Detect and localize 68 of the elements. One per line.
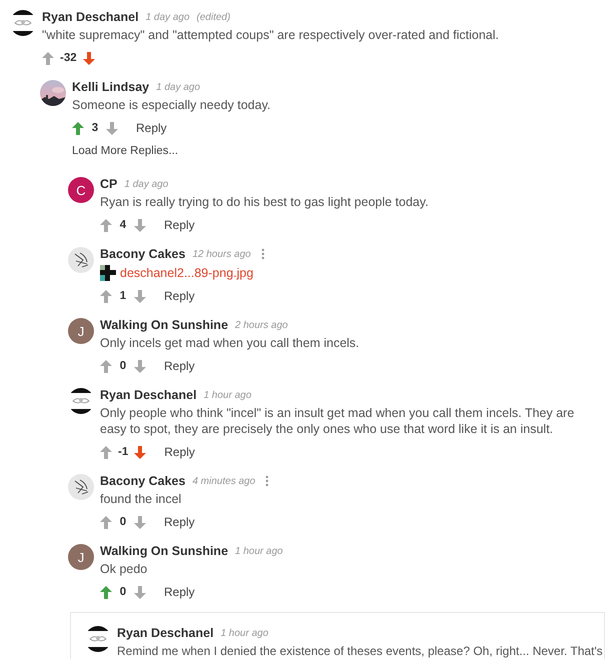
author-name[interactable]: CP — [100, 177, 118, 191]
image-thumbnail-icon — [100, 264, 116, 280]
upvote-icon[interactable] — [72, 122, 84, 134]
timestamp: 1 hour ago — [220, 628, 268, 638]
vote-count: -32 — [60, 52, 77, 64]
comment-text: Someone is especially needy today. — [72, 97, 272, 113]
author-name[interactable]: Bacony Cakes — [100, 474, 186, 488]
avatar: J — [68, 318, 94, 344]
upvote-icon[interactable] — [100, 218, 112, 232]
downvote-icon[interactable] — [134, 218, 146, 232]
comment-text: Only incels get mad when you call them incels. — [100, 335, 360, 351]
vote-count: 0 — [118, 360, 128, 372]
vote-count: 4 — [118, 219, 128, 231]
upvote-icon[interactable] — [100, 290, 112, 302]
upvote-icon[interactable] — [100, 360, 112, 372]
timestamp: 1 hour ago — [235, 546, 283, 556]
author-name[interactable]: Ryan Deschanel — [42, 10, 139, 24]
vote-count: 0 — [118, 586, 128, 598]
upvote-icon[interactable] — [42, 52, 54, 64]
timestamp: 1 day ago — [146, 12, 190, 22]
comment-text: Remind me when I denied the existence of theses events, please? Oh, right... Never. That's — [117, 643, 604, 659]
reply-button[interactable]: Reply — [160, 585, 199, 599]
avatar: C — [68, 177, 94, 203]
attachment-link[interactable]: deschanel2...89-png.jpg — [120, 266, 254, 280]
downvote-icon[interactable] — [134, 446, 146, 458]
upvote-icon[interactable] — [100, 586, 112, 598]
avatar: J — [68, 544, 94, 570]
author-name[interactable]: Ryan Deschanel — [100, 388, 197, 402]
more-icon[interactable] — [260, 248, 265, 260]
upvote-icon[interactable] — [100, 516, 112, 528]
timestamp: 4 minutes ago — [192, 476, 256, 486]
downvote-icon[interactable] — [134, 360, 146, 372]
vote-count: 1 — [118, 290, 128, 302]
more-icon[interactable] — [265, 475, 270, 487]
vote-count: -1 — [118, 446, 128, 458]
timestamp: 1 day ago — [156, 82, 200, 92]
downvote-icon[interactable] — [106, 122, 118, 134]
timestamp: 1 hour ago — [204, 390, 252, 400]
upvote-icon[interactable] — [100, 446, 112, 458]
reply-button[interactable]: Reply — [160, 359, 199, 373]
timestamp: 1 day ago — [124, 178, 168, 190]
downvote-icon[interactable] — [82, 52, 95, 64]
reply-button[interactable]: Reply — [132, 121, 171, 135]
reply-button[interactable]: Reply — [160, 515, 199, 529]
timestamp: 12 hours ago — [192, 248, 251, 260]
edited-label: (edited) — [196, 12, 230, 22]
downvote-icon[interactable] — [134, 586, 146, 598]
comment-text: Ryan is really trying to do his best to gas light people today. — [100, 194, 430, 210]
comment-text: Only people who think "incel" is an insult get mad when you call them incels. They are easy to spot, they are precisely the only ones who use that word like it is an insult. — [100, 405, 576, 437]
author-name[interactable]: Kelli Lindsay — [72, 80, 150, 94]
author-name[interactable]: Walking On Sunshine — [100, 544, 228, 558]
avatar — [68, 474, 94, 500]
downvote-icon[interactable] — [134, 516, 146, 528]
avatar — [68, 247, 94, 273]
vote-count: 3 — [90, 122, 100, 134]
downvote-icon[interactable] — [134, 290, 146, 302]
author-name[interactable]: Bacony Cakes — [100, 247, 186, 261]
load-more-link[interactable]: Load More Replies... — [72, 145, 599, 157]
reply-button[interactable]: Reply — [160, 289, 199, 303]
reply-button[interactable]: Reply — [160, 445, 199, 459]
reply-button[interactable]: Reply — [160, 218, 199, 232]
comment-text: "white supremacy" and "attempted coups" are respectively over-rated and fictional. — [42, 27, 500, 43]
timestamp: 2 hours ago — [235, 320, 288, 330]
author-name[interactable]: Ryan Deschanel — [117, 626, 214, 640]
vote-count: 0 — [118, 516, 128, 528]
comment-text: Ok pedo — [100, 561, 148, 577]
author-name[interactable]: Walking On Sunshine — [100, 318, 228, 332]
comment-text: found the incel — [100, 491, 182, 507]
